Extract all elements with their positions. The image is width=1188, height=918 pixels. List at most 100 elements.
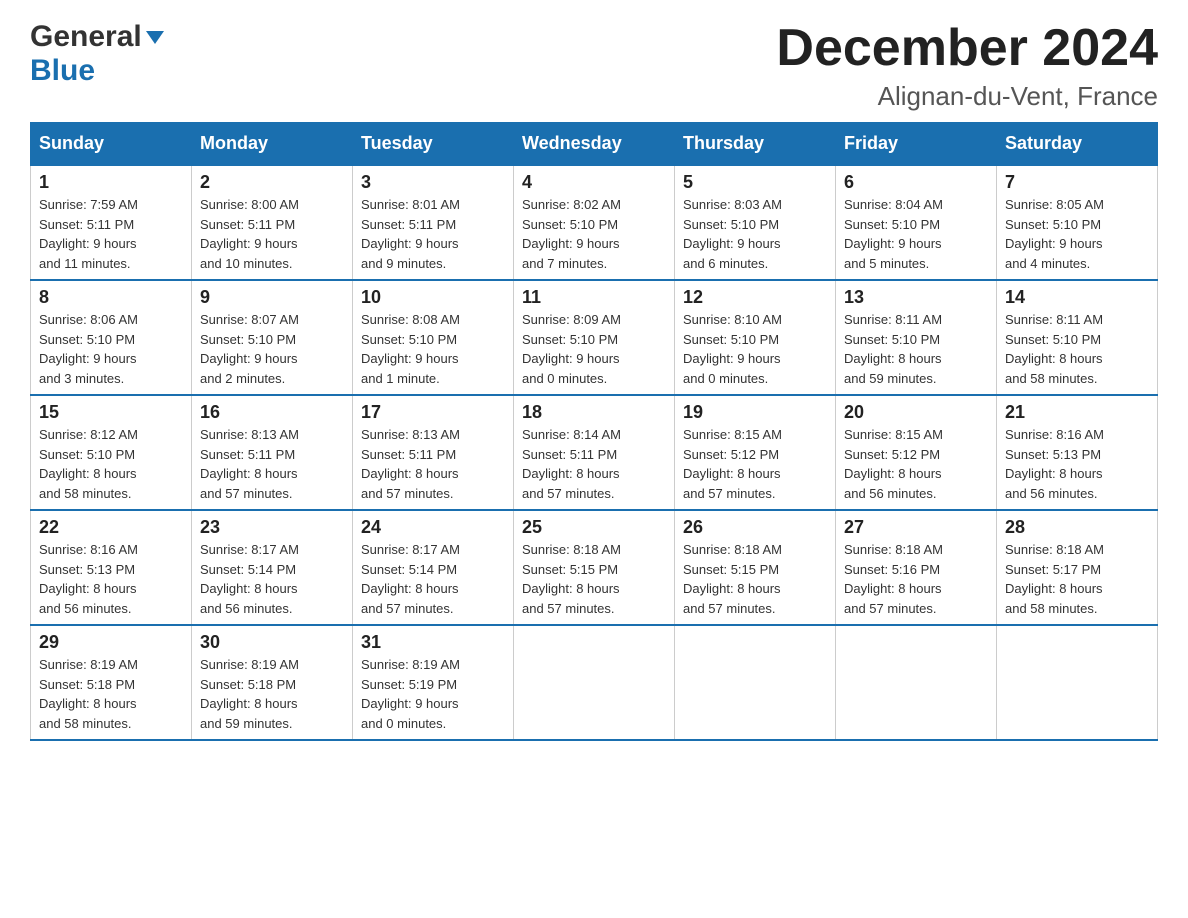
calendar-week-row: 1 Sunrise: 7:59 AMSunset: 5:11 PMDayligh… xyxy=(31,165,1158,280)
day-info: Sunrise: 8:18 AMSunset: 5:15 PMDaylight:… xyxy=(683,540,827,618)
calendar-cell: 22 Sunrise: 8:16 AMSunset: 5:13 PMDaylig… xyxy=(31,510,192,625)
day-number: 10 xyxy=(361,287,505,308)
day-info: Sunrise: 7:59 AMSunset: 5:11 PMDaylight:… xyxy=(39,195,183,273)
day-info: Sunrise: 8:18 AMSunset: 5:17 PMDaylight:… xyxy=(1005,540,1149,618)
day-info: Sunrise: 8:09 AMSunset: 5:10 PMDaylight:… xyxy=(522,310,666,388)
day-info: Sunrise: 8:19 AMSunset: 5:18 PMDaylight:… xyxy=(200,655,344,733)
calendar-cell: 13 Sunrise: 8:11 AMSunset: 5:10 PMDaylig… xyxy=(836,280,997,395)
day-info: Sunrise: 8:01 AMSunset: 5:11 PMDaylight:… xyxy=(361,195,505,273)
day-number: 29 xyxy=(39,632,183,653)
calendar-week-row: 22 Sunrise: 8:16 AMSunset: 5:13 PMDaylig… xyxy=(31,510,1158,625)
calendar-header-wednesday: Wednesday xyxy=(514,123,675,166)
day-number: 6 xyxy=(844,172,988,193)
day-info: Sunrise: 8:13 AMSunset: 5:11 PMDaylight:… xyxy=(200,425,344,503)
day-number: 22 xyxy=(39,517,183,538)
day-info: Sunrise: 8:10 AMSunset: 5:10 PMDaylight:… xyxy=(683,310,827,388)
calendar-header-monday: Monday xyxy=(192,123,353,166)
logo: General Blue xyxy=(30,20,164,88)
day-info: Sunrise: 8:15 AMSunset: 5:12 PMDaylight:… xyxy=(844,425,988,503)
page-header: General Blue December 2024 Alignan-du-Ve… xyxy=(30,20,1158,112)
day-number: 15 xyxy=(39,402,183,423)
day-info: Sunrise: 8:03 AMSunset: 5:10 PMDaylight:… xyxy=(683,195,827,273)
calendar-cell: 11 Sunrise: 8:09 AMSunset: 5:10 PMDaylig… xyxy=(514,280,675,395)
logo-arrow-icon xyxy=(146,31,164,44)
calendar-cell: 24 Sunrise: 8:17 AMSunset: 5:14 PMDaylig… xyxy=(353,510,514,625)
day-number: 9 xyxy=(200,287,344,308)
day-number: 18 xyxy=(522,402,666,423)
day-number: 20 xyxy=(844,402,988,423)
calendar-cell: 14 Sunrise: 8:11 AMSunset: 5:10 PMDaylig… xyxy=(997,280,1158,395)
day-info: Sunrise: 8:19 AMSunset: 5:18 PMDaylight:… xyxy=(39,655,183,733)
logo-general-text: General xyxy=(30,20,142,54)
month-title: December 2024 xyxy=(776,20,1158,77)
day-number: 19 xyxy=(683,402,827,423)
calendar-header-friday: Friday xyxy=(836,123,997,166)
calendar-cell: 29 Sunrise: 8:19 AMSunset: 5:18 PMDaylig… xyxy=(31,625,192,740)
day-info: Sunrise: 8:15 AMSunset: 5:12 PMDaylight:… xyxy=(683,425,827,503)
day-number: 2 xyxy=(200,172,344,193)
calendar-cell: 23 Sunrise: 8:17 AMSunset: 5:14 PMDaylig… xyxy=(192,510,353,625)
calendar-week-row: 29 Sunrise: 8:19 AMSunset: 5:18 PMDaylig… xyxy=(31,625,1158,740)
calendar-cell: 26 Sunrise: 8:18 AMSunset: 5:15 PMDaylig… xyxy=(675,510,836,625)
day-number: 11 xyxy=(522,287,666,308)
calendar-cell xyxy=(836,625,997,740)
calendar-cell: 28 Sunrise: 8:18 AMSunset: 5:17 PMDaylig… xyxy=(997,510,1158,625)
day-number: 12 xyxy=(683,287,827,308)
calendar-cell: 19 Sunrise: 8:15 AMSunset: 5:12 PMDaylig… xyxy=(675,395,836,510)
day-info: Sunrise: 8:07 AMSunset: 5:10 PMDaylight:… xyxy=(200,310,344,388)
day-number: 1 xyxy=(39,172,183,193)
day-number: 24 xyxy=(361,517,505,538)
calendar-cell xyxy=(675,625,836,740)
day-number: 3 xyxy=(361,172,505,193)
calendar-header-saturday: Saturday xyxy=(997,123,1158,166)
day-number: 30 xyxy=(200,632,344,653)
day-number: 23 xyxy=(200,517,344,538)
calendar-cell: 20 Sunrise: 8:15 AMSunset: 5:12 PMDaylig… xyxy=(836,395,997,510)
calendar-cell: 30 Sunrise: 8:19 AMSunset: 5:18 PMDaylig… xyxy=(192,625,353,740)
day-info: Sunrise: 8:13 AMSunset: 5:11 PMDaylight:… xyxy=(361,425,505,503)
day-info: Sunrise: 8:16 AMSunset: 5:13 PMDaylight:… xyxy=(39,540,183,618)
day-info: Sunrise: 8:19 AMSunset: 5:19 PMDaylight:… xyxy=(361,655,505,733)
calendar-cell: 12 Sunrise: 8:10 AMSunset: 5:10 PMDaylig… xyxy=(675,280,836,395)
calendar-header-thursday: Thursday xyxy=(675,123,836,166)
day-info: Sunrise: 8:14 AMSunset: 5:11 PMDaylight:… xyxy=(522,425,666,503)
calendar-cell xyxy=(997,625,1158,740)
calendar-cell: 27 Sunrise: 8:18 AMSunset: 5:16 PMDaylig… xyxy=(836,510,997,625)
day-number: 17 xyxy=(361,402,505,423)
day-info: Sunrise: 8:00 AMSunset: 5:11 PMDaylight:… xyxy=(200,195,344,273)
calendar-cell: 5 Sunrise: 8:03 AMSunset: 5:10 PMDayligh… xyxy=(675,165,836,280)
calendar-cell: 25 Sunrise: 8:18 AMSunset: 5:15 PMDaylig… xyxy=(514,510,675,625)
day-info: Sunrise: 8:02 AMSunset: 5:10 PMDaylight:… xyxy=(522,195,666,273)
calendar-cell: 3 Sunrise: 8:01 AMSunset: 5:11 PMDayligh… xyxy=(353,165,514,280)
calendar-table: SundayMondayTuesdayWednesdayThursdayFrid… xyxy=(30,122,1158,741)
day-info: Sunrise: 8:17 AMSunset: 5:14 PMDaylight:… xyxy=(361,540,505,618)
calendar-week-row: 15 Sunrise: 8:12 AMSunset: 5:10 PMDaylig… xyxy=(31,395,1158,510)
day-number: 26 xyxy=(683,517,827,538)
calendar-header-sunday: Sunday xyxy=(31,123,192,166)
calendar-cell: 17 Sunrise: 8:13 AMSunset: 5:11 PMDaylig… xyxy=(353,395,514,510)
day-number: 8 xyxy=(39,287,183,308)
location-title: Alignan-du-Vent, France xyxy=(776,81,1158,112)
calendar-cell: 18 Sunrise: 8:14 AMSunset: 5:11 PMDaylig… xyxy=(514,395,675,510)
logo-blue-text: Blue xyxy=(30,54,95,87)
day-info: Sunrise: 8:11 AMSunset: 5:10 PMDaylight:… xyxy=(844,310,988,388)
day-number: 14 xyxy=(1005,287,1149,308)
calendar-cell: 9 Sunrise: 8:07 AMSunset: 5:10 PMDayligh… xyxy=(192,280,353,395)
day-number: 21 xyxy=(1005,402,1149,423)
day-info: Sunrise: 8:08 AMSunset: 5:10 PMDaylight:… xyxy=(361,310,505,388)
day-info: Sunrise: 8:18 AMSunset: 5:15 PMDaylight:… xyxy=(522,540,666,618)
day-number: 5 xyxy=(683,172,827,193)
day-number: 27 xyxy=(844,517,988,538)
calendar-cell: 8 Sunrise: 8:06 AMSunset: 5:10 PMDayligh… xyxy=(31,280,192,395)
day-info: Sunrise: 8:04 AMSunset: 5:10 PMDaylight:… xyxy=(844,195,988,273)
day-info: Sunrise: 8:16 AMSunset: 5:13 PMDaylight:… xyxy=(1005,425,1149,503)
day-number: 7 xyxy=(1005,172,1149,193)
day-info: Sunrise: 8:17 AMSunset: 5:14 PMDaylight:… xyxy=(200,540,344,618)
day-number: 31 xyxy=(361,632,505,653)
calendar-cell: 16 Sunrise: 8:13 AMSunset: 5:11 PMDaylig… xyxy=(192,395,353,510)
calendar-cell: 10 Sunrise: 8:08 AMSunset: 5:10 PMDaylig… xyxy=(353,280,514,395)
day-number: 28 xyxy=(1005,517,1149,538)
calendar-cell: 4 Sunrise: 8:02 AMSunset: 5:10 PMDayligh… xyxy=(514,165,675,280)
day-info: Sunrise: 8:11 AMSunset: 5:10 PMDaylight:… xyxy=(1005,310,1149,388)
day-number: 25 xyxy=(522,517,666,538)
